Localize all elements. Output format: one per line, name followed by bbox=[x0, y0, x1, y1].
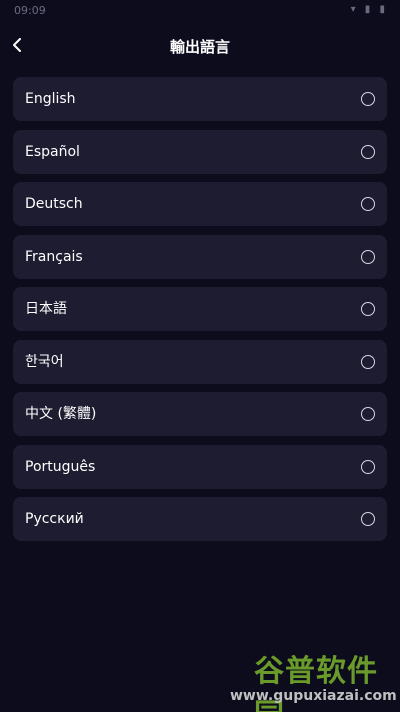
language-option-russian[interactable]: Русский bbox=[13, 497, 387, 541]
language-label: Português bbox=[25, 458, 96, 475]
radio-button[interactable] bbox=[361, 197, 375, 211]
language-option-japanese[interactable]: 日本語 bbox=[13, 287, 387, 331]
radio-button[interactable] bbox=[361, 459, 375, 474]
watermark-logo: 谷普软件园 www.gupuxiazai.com bbox=[216, 646, 397, 712]
radio-button[interactable] bbox=[361, 249, 375, 264]
status-time: 09:09 bbox=[14, 4, 46, 17]
radio-button[interactable] bbox=[361, 92, 375, 106]
radio-button[interactable] bbox=[361, 512, 375, 526]
radio-button[interactable] bbox=[361, 354, 375, 369]
language-label: Deutsch bbox=[25, 196, 83, 212]
language-option-french[interactable]: Français bbox=[13, 234, 387, 279]
page-title: 輸出語言 bbox=[169, 38, 230, 56]
language-option-chinese-traditional[interactable]: 中文 (繁體) bbox=[13, 392, 387, 436]
header: 輸出語言 bbox=[0, 24, 400, 68]
language-option-portuguese[interactable]: Português bbox=[13, 444, 387, 489]
language-label: 中文 (繁體) bbox=[25, 406, 97, 422]
language-option-english[interactable]: English bbox=[13, 77, 387, 121]
language-label: 日本語 bbox=[25, 301, 67, 317]
language-option-spanish[interactable]: Español bbox=[13, 129, 387, 174]
radio-button[interactable] bbox=[361, 144, 375, 159]
language-list: English Español Deutsch Français 日本語 한국어… bbox=[13, 77, 387, 550]
language-option-german[interactable]: Deutsch bbox=[13, 182, 387, 226]
language-label: Español bbox=[25, 143, 80, 160]
language-label: 한국어 bbox=[25, 353, 64, 370]
watermark-url: www.gupuxiazai.com bbox=[230, 688, 397, 704]
language-label: Français bbox=[25, 248, 83, 265]
language-label: Русский bbox=[25, 511, 84, 527]
language-option-korean[interactable]: 한국어 bbox=[13, 339, 387, 384]
radio-button[interactable] bbox=[361, 302, 375, 316]
status-bar: 09:09 ▾ ▮ ▮ bbox=[0, 0, 400, 22]
language-label: English bbox=[25, 91, 76, 107]
radio-button[interactable] bbox=[361, 407, 375, 421]
status-icons: ▾ ▮ ▮ bbox=[350, 4, 388, 15]
language-select-screen: 09:09 ▾ ▮ ▮ 輸出語言 English Español Deutsch… bbox=[0, 0, 400, 712]
